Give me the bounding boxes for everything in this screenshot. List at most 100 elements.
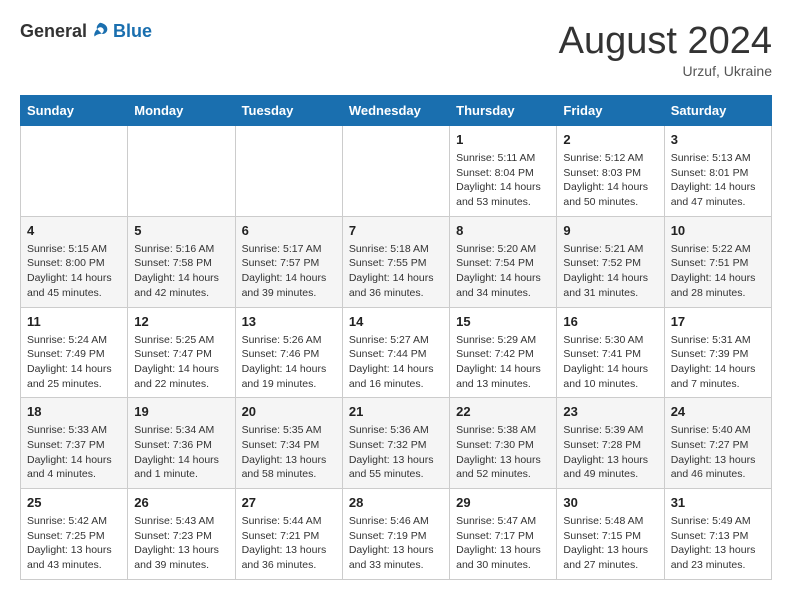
calendar-cell: 13 Sunrise: 5:26 AM Sunset: 7:46 PM Dayli… [235, 307, 342, 398]
day-info: Sunrise: 5:49 AM Sunset: 7:13 PM Dayligh… [671, 514, 765, 573]
day-number: 21 [349, 404, 443, 419]
day-number: 25 [27, 495, 121, 510]
calendar-cell [21, 126, 128, 217]
day-number: 6 [242, 223, 336, 238]
logo-bird-icon [89, 20, 111, 42]
day-info: Sunrise: 5:12 AM Sunset: 8:03 PM Dayligh… [563, 151, 657, 210]
day-info: Sunrise: 5:30 AM Sunset: 7:41 PM Dayligh… [563, 333, 657, 392]
day-number: 29 [456, 495, 550, 510]
day-info: Sunrise: 5:46 AM Sunset: 7:19 PM Dayligh… [349, 514, 443, 573]
day-number: 10 [671, 223, 765, 238]
calendar-week-row: 18 Sunrise: 5:33 AM Sunset: 7:37 PM Dayli… [21, 398, 772, 489]
day-number: 5 [134, 223, 228, 238]
calendar-cell: 6Sunrise: 5:17 AM Sunset: 7:57 PM Daylig… [235, 216, 342, 307]
logo-general-text: General [20, 21, 87, 42]
calendar-week-row: 4Sunrise: 5:15 AM Sunset: 8:00 PM Daylig… [21, 216, 772, 307]
calendar-cell: 30Sunrise: 5:48 AM Sunset: 7:15 PM Dayli… [557, 489, 664, 580]
day-number: 11 [27, 314, 121, 329]
day-info: Sunrise: 5:27 AM Sunset: 7:44 PM Dayligh… [349, 333, 443, 392]
calendar-cell: 27 Sunrise: 5:44 AM Sunset: 7:21 PM Dayli… [235, 489, 342, 580]
calendar-cell [235, 126, 342, 217]
day-number: 19 [134, 404, 228, 419]
day-info: Sunrise: 5:16 AM Sunset: 7:58 PM Dayligh… [134, 242, 228, 301]
calendar-cell: 12 Sunrise: 5:25 AM Sunset: 7:47 PM Dayli… [128, 307, 235, 398]
day-number: 22 [456, 404, 550, 419]
day-number: 12 [134, 314, 228, 329]
calendar-cell: 8Sunrise: 5:20 AM Sunset: 7:54 PM Daylig… [450, 216, 557, 307]
day-info: Sunrise: 5:47 AM Sunset: 7:17 PM Dayligh… [456, 514, 550, 573]
calendar-cell: 22 Sunrise: 5:38 AM Sunset: 7:30 PM Dayli… [450, 398, 557, 489]
day-header-wednesday: Wednesday [342, 96, 449, 126]
day-number: 13 [242, 314, 336, 329]
day-header-thursday: Thursday [450, 96, 557, 126]
day-info: Sunrise: 5:18 AM Sunset: 7:55 PM Dayligh… [349, 242, 443, 301]
day-info: Sunrise: 5:39 AM Sunset: 7:28 PM Dayligh… [563, 423, 657, 482]
calendar-table: SundayMondayTuesdayWednesdayThursdayFrid… [20, 95, 772, 580]
day-number: 7 [349, 223, 443, 238]
calendar-cell: 21 Sunrise: 5:36 AM Sunset: 7:32 PM Dayli… [342, 398, 449, 489]
day-number: 16 [563, 314, 657, 329]
day-number: 18 [27, 404, 121, 419]
day-info: Sunrise: 5:26 AM Sunset: 7:46 PM Dayligh… [242, 333, 336, 392]
calendar-cell: 14 Sunrise: 5:27 AM Sunset: 7:44 PM Dayli… [342, 307, 449, 398]
calendar-header-row: SundayMondayTuesdayWednesdayThursdayFrid… [21, 96, 772, 126]
calendar-week-row: 25 Sunrise: 5:42 AM Sunset: 7:25 PM Dayli… [21, 489, 772, 580]
day-info: Sunrise: 5:29 AM Sunset: 7:42 PM Dayligh… [456, 333, 550, 392]
day-number: 27 [242, 495, 336, 510]
calendar-cell [128, 126, 235, 217]
day-info: Sunrise: 5:21 AM Sunset: 7:52 PM Dayligh… [563, 242, 657, 301]
calendar-body: 1Sunrise: 5:11 AM Sunset: 8:04 PM Daylig… [21, 126, 772, 580]
day-number: 14 [349, 314, 443, 329]
calendar-cell: 19 Sunrise: 5:34 AM Sunset: 7:36 PM Dayli… [128, 398, 235, 489]
day-number: 31 [671, 495, 765, 510]
day-header-sunday: Sunday [21, 96, 128, 126]
day-info: Sunrise: 5:35 AM Sunset: 7:34 PM Dayligh… [242, 423, 336, 482]
day-number: 26 [134, 495, 228, 510]
day-info: Sunrise: 5:43 AM Sunset: 7:23 PM Dayligh… [134, 514, 228, 573]
day-header-monday: Monday [128, 96, 235, 126]
day-info: Sunrise: 5:13 AM Sunset: 8:01 PM Dayligh… [671, 151, 765, 210]
subtitle: Urzuf, Ukraine [559, 63, 772, 79]
day-number: 3 [671, 132, 765, 147]
calendar-cell: 18 Sunrise: 5:33 AM Sunset: 7:37 PM Dayli… [21, 398, 128, 489]
day-info: Sunrise: 5:31 AM Sunset: 7:39 PM Dayligh… [671, 333, 765, 392]
day-info: Sunrise: 5:40 AM Sunset: 7:27 PM Dayligh… [671, 423, 765, 482]
calendar-cell: 2 Sunrise: 5:12 AM Sunset: 8:03 PM Daylig… [557, 126, 664, 217]
day-header-tuesday: Tuesday [235, 96, 342, 126]
day-number: 23 [563, 404, 657, 419]
logo-blue-text: Blue [113, 21, 152, 42]
calendar-cell: 17 Sunrise: 5:31 AM Sunset: 7:39 PM Dayli… [664, 307, 771, 398]
day-number: 28 [349, 495, 443, 510]
day-info: Sunrise: 5:44 AM Sunset: 7:21 PM Dayligh… [242, 514, 336, 573]
calendar-week-row: 11 Sunrise: 5:24 AM Sunset: 7:49 PM Dayli… [21, 307, 772, 398]
calendar-cell: 9 Sunrise: 5:21 AM Sunset: 7:52 PM Daylig… [557, 216, 664, 307]
logo: General Blue [20, 20, 152, 42]
day-header-friday: Friday [557, 96, 664, 126]
day-number: 2 [563, 132, 657, 147]
calendar-cell: 31 Sunrise: 5:49 AM Sunset: 7:13 PM Dayli… [664, 489, 771, 580]
title-area: August 2024 Urzuf, Ukraine [559, 20, 772, 79]
day-info: Sunrise: 5:48 AM Sunset: 7:15 PM Dayligh… [563, 514, 657, 573]
calendar-cell: 28 Sunrise: 5:46 AM Sunset: 7:19 PM Dayli… [342, 489, 449, 580]
calendar-cell: 25 Sunrise: 5:42 AM Sunset: 7:25 PM Dayli… [21, 489, 128, 580]
calendar-cell: 1Sunrise: 5:11 AM Sunset: 8:04 PM Daylig… [450, 126, 557, 217]
day-info: Sunrise: 5:25 AM Sunset: 7:47 PM Dayligh… [134, 333, 228, 392]
day-info: Sunrise: 5:38 AM Sunset: 7:30 PM Dayligh… [456, 423, 550, 482]
day-info: Sunrise: 5:34 AM Sunset: 7:36 PM Dayligh… [134, 423, 228, 482]
calendar-cell: 29 Sunrise: 5:47 AM Sunset: 7:17 PM Dayli… [450, 489, 557, 580]
day-info: Sunrise: 5:33 AM Sunset: 7:37 PM Dayligh… [27, 423, 121, 482]
calendar-cell: 7 Sunrise: 5:18 AM Sunset: 7:55 PM Daylig… [342, 216, 449, 307]
day-info: Sunrise: 5:24 AM Sunset: 7:49 PM Dayligh… [27, 333, 121, 392]
day-number: 17 [671, 314, 765, 329]
day-number: 9 [563, 223, 657, 238]
calendar-cell: 11 Sunrise: 5:24 AM Sunset: 7:49 PM Dayli… [21, 307, 128, 398]
day-header-saturday: Saturday [664, 96, 771, 126]
day-info: Sunrise: 5:42 AM Sunset: 7:25 PM Dayligh… [27, 514, 121, 573]
day-info: Sunrise: 5:36 AM Sunset: 7:32 PM Dayligh… [349, 423, 443, 482]
day-number: 24 [671, 404, 765, 419]
day-number: 20 [242, 404, 336, 419]
calendar-cell: 16 Sunrise: 5:30 AM Sunset: 7:41 PM Dayli… [557, 307, 664, 398]
day-info: Sunrise: 5:20 AM Sunset: 7:54 PM Dayligh… [456, 242, 550, 301]
day-info: Sunrise: 5:11 AM Sunset: 8:04 PM Dayligh… [456, 151, 550, 210]
calendar-cell: 15Sunrise: 5:29 AM Sunset: 7:42 PM Dayli… [450, 307, 557, 398]
